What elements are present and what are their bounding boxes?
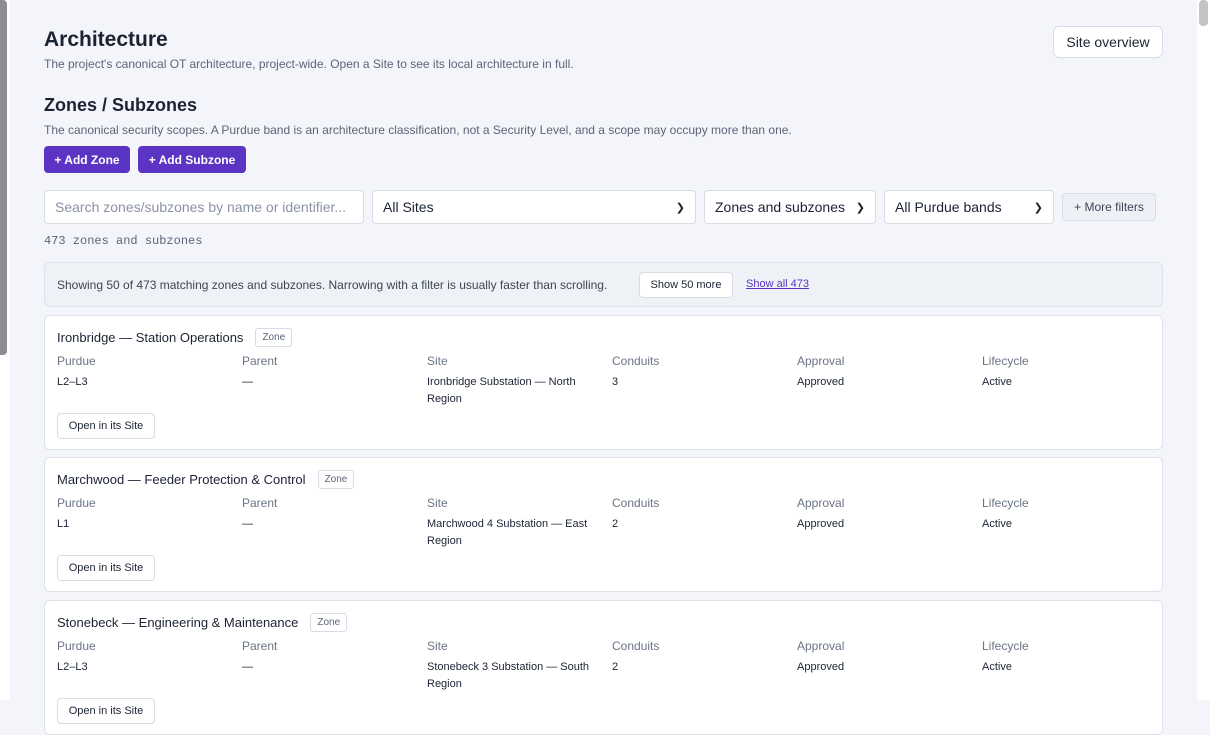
conduits-value: 2 bbox=[612, 661, 619, 673]
site-filter-select[interactable]: All Sites ❯ bbox=[372, 190, 696, 224]
parent-value: — bbox=[242, 661, 253, 673]
approval-value: Approved bbox=[797, 518, 845, 530]
conduits-value: 3 bbox=[612, 376, 619, 388]
conduits-label: Conduits bbox=[612, 639, 660, 653]
zone-card: Stonebeck — Engineering & Maintenance Zo… bbox=[44, 600, 1163, 735]
approval-field: Approval Approved bbox=[797, 639, 972, 676]
site-field: Site Marchwood 4 Substation — East Regio… bbox=[427, 496, 602, 550]
purdue-field: Purdue L1 bbox=[57, 496, 232, 533]
open-in-site-button[interactable]: Open in its Site bbox=[57, 555, 155, 581]
zone-name: Ironbridge — Station Operations bbox=[57, 330, 244, 345]
site-value: Ironbridge Substation — North Region bbox=[427, 376, 576, 405]
approval-field: Approval Approved bbox=[797, 354, 972, 391]
lifecycle-field: Lifecycle Active bbox=[982, 639, 1157, 676]
parent-label: Parent bbox=[242, 354, 278, 368]
purdue-filter-select[interactable]: All Purdue bands ❯ bbox=[884, 190, 1054, 224]
conduits-field: Conduits 2 bbox=[612, 496, 787, 533]
purdue-value: L2–L3 bbox=[57, 661, 88, 673]
site-label: Site bbox=[427, 639, 448, 653]
add-subzone-button[interactable]: + Add Subzone bbox=[138, 146, 246, 173]
parent-field: Parent — bbox=[242, 496, 417, 533]
approval-label: Approval bbox=[797, 639, 845, 653]
site-overview-button[interactable]: Site overview bbox=[1053, 26, 1163, 58]
search-input[interactable]: Search zones/subzones by name or identif… bbox=[44, 190, 364, 224]
result-count: 473 zones and subzones bbox=[44, 234, 203, 248]
pagination-notice: Showing 50 of 473 matching zones and sub… bbox=[44, 262, 1163, 307]
lifecycle-label: Lifecycle bbox=[982, 639, 1029, 653]
conduits-value: 2 bbox=[612, 518, 619, 530]
approval-value: Approved bbox=[797, 661, 845, 673]
conduits-label: Conduits bbox=[612, 496, 660, 510]
zone-title-row: Stonebeck — Engineering & Maintenance Zo… bbox=[57, 613, 348, 632]
lifecycle-label: Lifecycle bbox=[982, 496, 1029, 510]
parent-value: — bbox=[242, 376, 253, 388]
parent-label: Parent bbox=[242, 639, 278, 653]
purdue-filter-value: All Purdue bands bbox=[895, 199, 1002, 215]
purdue-field: Purdue L2–L3 bbox=[57, 639, 232, 676]
lifecycle-field: Lifecycle Active bbox=[982, 496, 1157, 533]
site-field: Site Stonebeck 3 Substation — South Regi… bbox=[427, 639, 602, 693]
chevron-down-icon: ❯ bbox=[675, 201, 685, 214]
kind-filter-select[interactable]: Zones and subzones ❯ bbox=[704, 190, 876, 224]
approval-label: Approval bbox=[797, 354, 845, 368]
lifecycle-value: Active bbox=[982, 376, 1012, 388]
conduits-field: Conduits 2 bbox=[612, 639, 787, 676]
purdue-label: Purdue bbox=[57, 639, 96, 653]
purdue-value: L2–L3 bbox=[57, 376, 88, 388]
page-scrollbar-thumb[interactable] bbox=[1199, 0, 1208, 26]
zone-type-badge: Zone bbox=[317, 470, 355, 489]
lifecycle-value: Active bbox=[982, 518, 1012, 530]
more-filters-button[interactable]: + More filters bbox=[1062, 193, 1156, 221]
purdue-label: Purdue bbox=[57, 354, 96, 368]
parent-label: Parent bbox=[242, 496, 278, 510]
zone-type-badge: Zone bbox=[255, 328, 293, 347]
lifecycle-value: Active bbox=[982, 661, 1012, 673]
show-more-button[interactable]: Show 50 more bbox=[639, 272, 733, 298]
site-filter-value: All Sites bbox=[383, 199, 434, 215]
site-label: Site bbox=[427, 354, 448, 368]
parent-field: Parent — bbox=[242, 639, 417, 676]
zone-card: Marchwood — Feeder Protection & Control … bbox=[44, 457, 1163, 592]
zones-heading: Zones / Subzones bbox=[44, 95, 198, 115]
conduits-label: Conduits bbox=[612, 354, 660, 368]
parent-value: — bbox=[242, 518, 253, 530]
open-in-site-button[interactable]: Open in its Site bbox=[57, 698, 155, 724]
notice-text: Showing 50 of 473 matching zones and sub… bbox=[57, 278, 608, 292]
lifecycle-field: Lifecycle Active bbox=[982, 354, 1157, 391]
chevron-down-icon: ❯ bbox=[855, 201, 865, 214]
zone-title-row: Ironbridge — Station Operations Zone bbox=[57, 328, 293, 347]
zone-name: Marchwood — Feeder Protection & Control bbox=[57, 472, 306, 487]
left-scrollbar-thumb[interactable] bbox=[0, 0, 7, 355]
conduits-field: Conduits 3 bbox=[612, 354, 787, 391]
purdue-label: Purdue bbox=[57, 496, 96, 510]
approval-field: Approval Approved bbox=[797, 496, 972, 533]
parent-field: Parent — bbox=[242, 354, 417, 391]
site-field: Site Ironbridge Substation — North Regio… bbox=[427, 354, 602, 408]
chevron-down-icon: ❯ bbox=[1033, 201, 1043, 214]
site-label: Site bbox=[427, 496, 448, 510]
page-subtitle: The project's canonical OT architecture,… bbox=[44, 57, 574, 71]
page-title: Architecture bbox=[44, 28, 168, 51]
approval-value: Approved bbox=[797, 376, 845, 388]
lifecycle-label: Lifecycle bbox=[982, 354, 1029, 368]
zone-title-row: Marchwood — Feeder Protection & Control … bbox=[57, 470, 355, 489]
page-scrollbar[interactable] bbox=[1197, 0, 1210, 700]
show-all-link[interactable]: Show all 473 bbox=[746, 278, 809, 290]
zone-type-badge: Zone bbox=[310, 613, 348, 632]
purdue-value: L1 bbox=[57, 518, 70, 530]
kind-filter-value: Zones and subzones bbox=[715, 199, 845, 215]
zone-name: Stonebeck — Engineering & Maintenance bbox=[57, 615, 299, 630]
site-value: Marchwood 4 Substation — East Region bbox=[427, 518, 588, 547]
approval-label: Approval bbox=[797, 496, 845, 510]
left-scrollbar[interactable] bbox=[0, 0, 10, 700]
zone-card: Ironbridge — Station Operations Zone Pur… bbox=[44, 315, 1163, 450]
filter-bar: Search zones/subzones by name or identif… bbox=[44, 190, 1163, 224]
site-value: Stonebeck 3 Substation — South Region bbox=[427, 661, 590, 690]
zones-description: The canonical security scopes. A Purdue … bbox=[44, 123, 792, 137]
add-zone-button[interactable]: + Add Zone bbox=[44, 146, 130, 173]
open-in-site-button[interactable]: Open in its Site bbox=[57, 413, 155, 439]
purdue-field: Purdue L2–L3 bbox=[57, 354, 232, 391]
